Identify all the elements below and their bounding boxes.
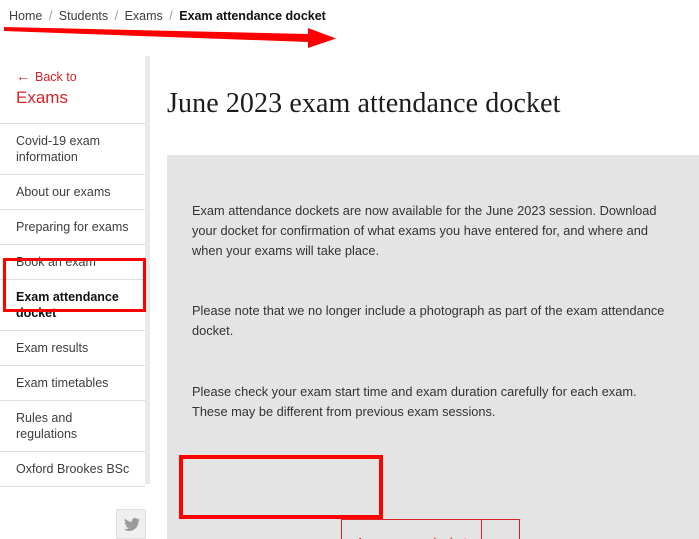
twitter-bird-icon: [124, 518, 140, 532]
sidebar-back-link[interactable]: ← Back to Exams: [0, 56, 145, 122]
sidebar-link-exam-attendance-docket[interactable]: Exam attendance docket: [0, 280, 145, 330]
content-panel: Exam attendance dockets are now availabl…: [167, 155, 699, 539]
access-your-docket-label: Access your docket: [342, 520, 481, 539]
sidebar-item-preparing-for-exams[interactable]: Preparing for exams: [0, 209, 145, 244]
page-title: June 2023 exam attendance docket: [167, 87, 687, 121]
sidebar-item-about-our-exams[interactable]: About our exams: [0, 174, 145, 209]
sidebar-link-exam-timetables[interactable]: Exam timetables: [0, 366, 145, 400]
breadcrumb-separator: /: [166, 9, 175, 23]
sidebar-link-about-our-exams[interactable]: About our exams: [0, 175, 145, 209]
sidebar-link-rules-and-regulations[interactable]: Rules and regulations: [0, 401, 145, 451]
breadcrumb-item-home[interactable]: Home: [9, 9, 42, 23]
annotation-arrow-icon: [0, 20, 340, 50]
sidebar-item-exam-timetables[interactable]: Exam timetables: [0, 365, 145, 400]
sidebar-back-target: Exams: [16, 87, 135, 109]
sidebar-link-book-an-exam[interactable]: Book an exam: [0, 245, 145, 279]
sidebar-item-exam-results[interactable]: Exam results: [0, 330, 145, 365]
sidebar-item-covid-19-exam-information[interactable]: Covid-19 exam information: [0, 123, 145, 174]
sidebar-back-row: ← Back to: [16, 70, 77, 84]
arrow-right-icon: →: [481, 520, 519, 539]
body-paragraph-3: Please check your exam start time and ex…: [192, 382, 667, 422]
sidebar-link-oxford-brookes-bsc[interactable]: Oxford Brookes BSc: [0, 452, 145, 486]
body-paragraph-2: Please note that we no longer include a …: [192, 301, 667, 341]
breadcrumb-item-current: Exam attendance docket: [179, 9, 326, 23]
sidebar-item-rules-and-regulations[interactable]: Rules and regulations: [0, 400, 145, 451]
breadcrumb-separator: /: [46, 9, 55, 23]
body-paragraph-1: Exam attendance dockets are now availabl…: [192, 201, 667, 261]
sidebar-item-oxford-brookes-bsc[interactable]: Oxford Brookes BSc: [0, 451, 145, 487]
main-content: June 2023 exam attendance docket Exam at…: [150, 56, 699, 539]
sidebar-item-exam-attendance-docket[interactable]: Exam attendance docket: [0, 279, 145, 330]
sidebar: ← Back to Exams Covid-19 exam information…: [0, 56, 150, 484]
twitter-link[interactable]: [116, 509, 146, 539]
breadcrumb-separator: /: [112, 9, 121, 23]
arrow-left-icon: ←: [16, 69, 30, 84]
sidebar-link-exam-results[interactable]: Exam results: [0, 331, 145, 365]
sidebar-link-covid-19-exam-information[interactable]: Covid-19 exam information: [0, 124, 145, 174]
sidebar-link-preparing-for-exams[interactable]: Preparing for exams: [0, 210, 145, 244]
breadcrumb: Home / Students / Exams / Exam attendanc…: [9, 8, 326, 24]
sidebar-back-prefix: Back to: [35, 70, 77, 84]
social-links: [116, 509, 146, 539]
access-your-docket-button[interactable]: Access your docket →: [341, 519, 520, 539]
sidebar-nav-list: Covid-19 exam information About our exam…: [0, 123, 145, 487]
breadcrumb-item-exams[interactable]: Exams: [125, 9, 163, 23]
sidebar-item-book-an-exam[interactable]: Book an exam: [0, 244, 145, 279]
page-root: Home / Students / Exams / Exam attendanc…: [0, 0, 699, 539]
breadcrumb-item-students[interactable]: Students: [59, 9, 108, 23]
